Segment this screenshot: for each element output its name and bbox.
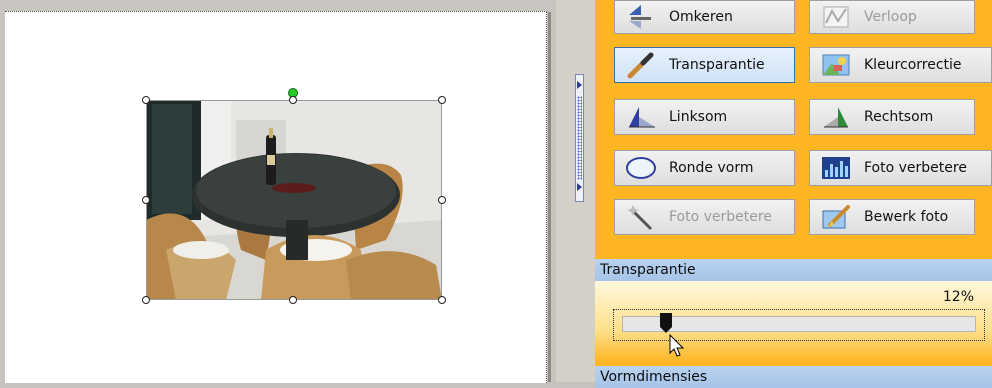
resize-handle-right[interactable] <box>438 196 446 204</box>
histogram-icon <box>820 154 852 182</box>
document-canvas[interactable] <box>0 0 556 383</box>
vormdimensies-section-header[interactable]: Vormdimensies <box>595 366 992 388</box>
transparantie-section-header[interactable]: Transparantie <box>595 259 992 281</box>
collapse-arrow-bottom-icon[interactable] <box>577 183 582 191</box>
transparency-value-label: 12% <box>942 289 974 305</box>
resize-handle-top[interactable] <box>289 96 297 104</box>
ronde-vorm-button[interactable]: Ronde vorm <box>614 150 795 186</box>
linksom-label: Linksom <box>669 109 728 125</box>
eyedropper-icon <box>625 51 657 79</box>
slider-track[interactable] <box>622 316 976 332</box>
page-shadow <box>548 12 551 382</box>
transparantie-section-title: Transparantie <box>600 262 696 278</box>
collapse-arrow-top-icon[interactable] <box>577 81 582 89</box>
foto-verbeteren-disabled-label: Foto verbetere <box>669 209 772 225</box>
transparantie-label: Transparantie <box>669 57 765 73</box>
rotate-left-icon <box>625 103 657 131</box>
verloop-label: Verloop <box>864 9 917 25</box>
kleurcorrectie-label: Kleurcorrectie <box>864 57 962 73</box>
gradient-icon <box>820 3 852 31</box>
splitter-grip-dots <box>577 96 582 180</box>
slider-thumb[interactable] <box>660 313 673 333</box>
foto-verbeteren-label: Foto verbetere <box>864 160 967 176</box>
cursor-icon <box>669 334 685 357</box>
omkeren-button[interactable]: Omkeren <box>614 0 795 34</box>
foto-verbeteren-button[interactable]: Foto verbetere <box>809 150 992 186</box>
transparantie-button[interactable]: Transparantie <box>614 47 795 83</box>
resize-handle-bottom-right[interactable] <box>438 296 446 304</box>
linksom-button[interactable]: Linksom <box>614 99 795 135</box>
bewerk-foto-label: Bewerk foto <box>864 209 949 225</box>
rechtsom-button[interactable]: Rechtsom <box>809 99 975 135</box>
resize-handle-bottom[interactable] <box>289 296 297 304</box>
ellipse-icon <box>625 154 657 182</box>
rotate-right-icon <box>820 103 852 131</box>
vormdimensies-section-title: Vormdimensies <box>600 369 708 385</box>
color-correction-icon <box>820 51 852 79</box>
flip-icon <box>625 3 657 31</box>
selection-frame <box>146 100 442 300</box>
rechtsom-label: Rechtsom <box>864 109 934 125</box>
magic-wand-icon <box>625 203 657 231</box>
kleurcorrectie-button[interactable]: Kleurcorrectie <box>809 47 992 83</box>
resize-handle-left[interactable] <box>142 196 150 204</box>
resize-handle-top-left[interactable] <box>142 96 150 104</box>
omkeren-label: Omkeren <box>669 9 733 25</box>
bewerk-foto-button[interactable]: Bewerk foto <box>809 199 975 235</box>
resize-handle-top-right[interactable] <box>438 96 446 104</box>
verloop-button[interactable]: Verloop <box>809 0 975 34</box>
edit-photo-brush-icon <box>820 203 852 231</box>
transparantie-section-body: 12% <box>595 281 992 363</box>
foto-verbeteren-disabled-button[interactable]: Foto verbetere <box>614 199 795 235</box>
resize-handle-bottom-left[interactable] <box>142 296 150 304</box>
ronde-vorm-label: Ronde vorm <box>669 160 754 176</box>
